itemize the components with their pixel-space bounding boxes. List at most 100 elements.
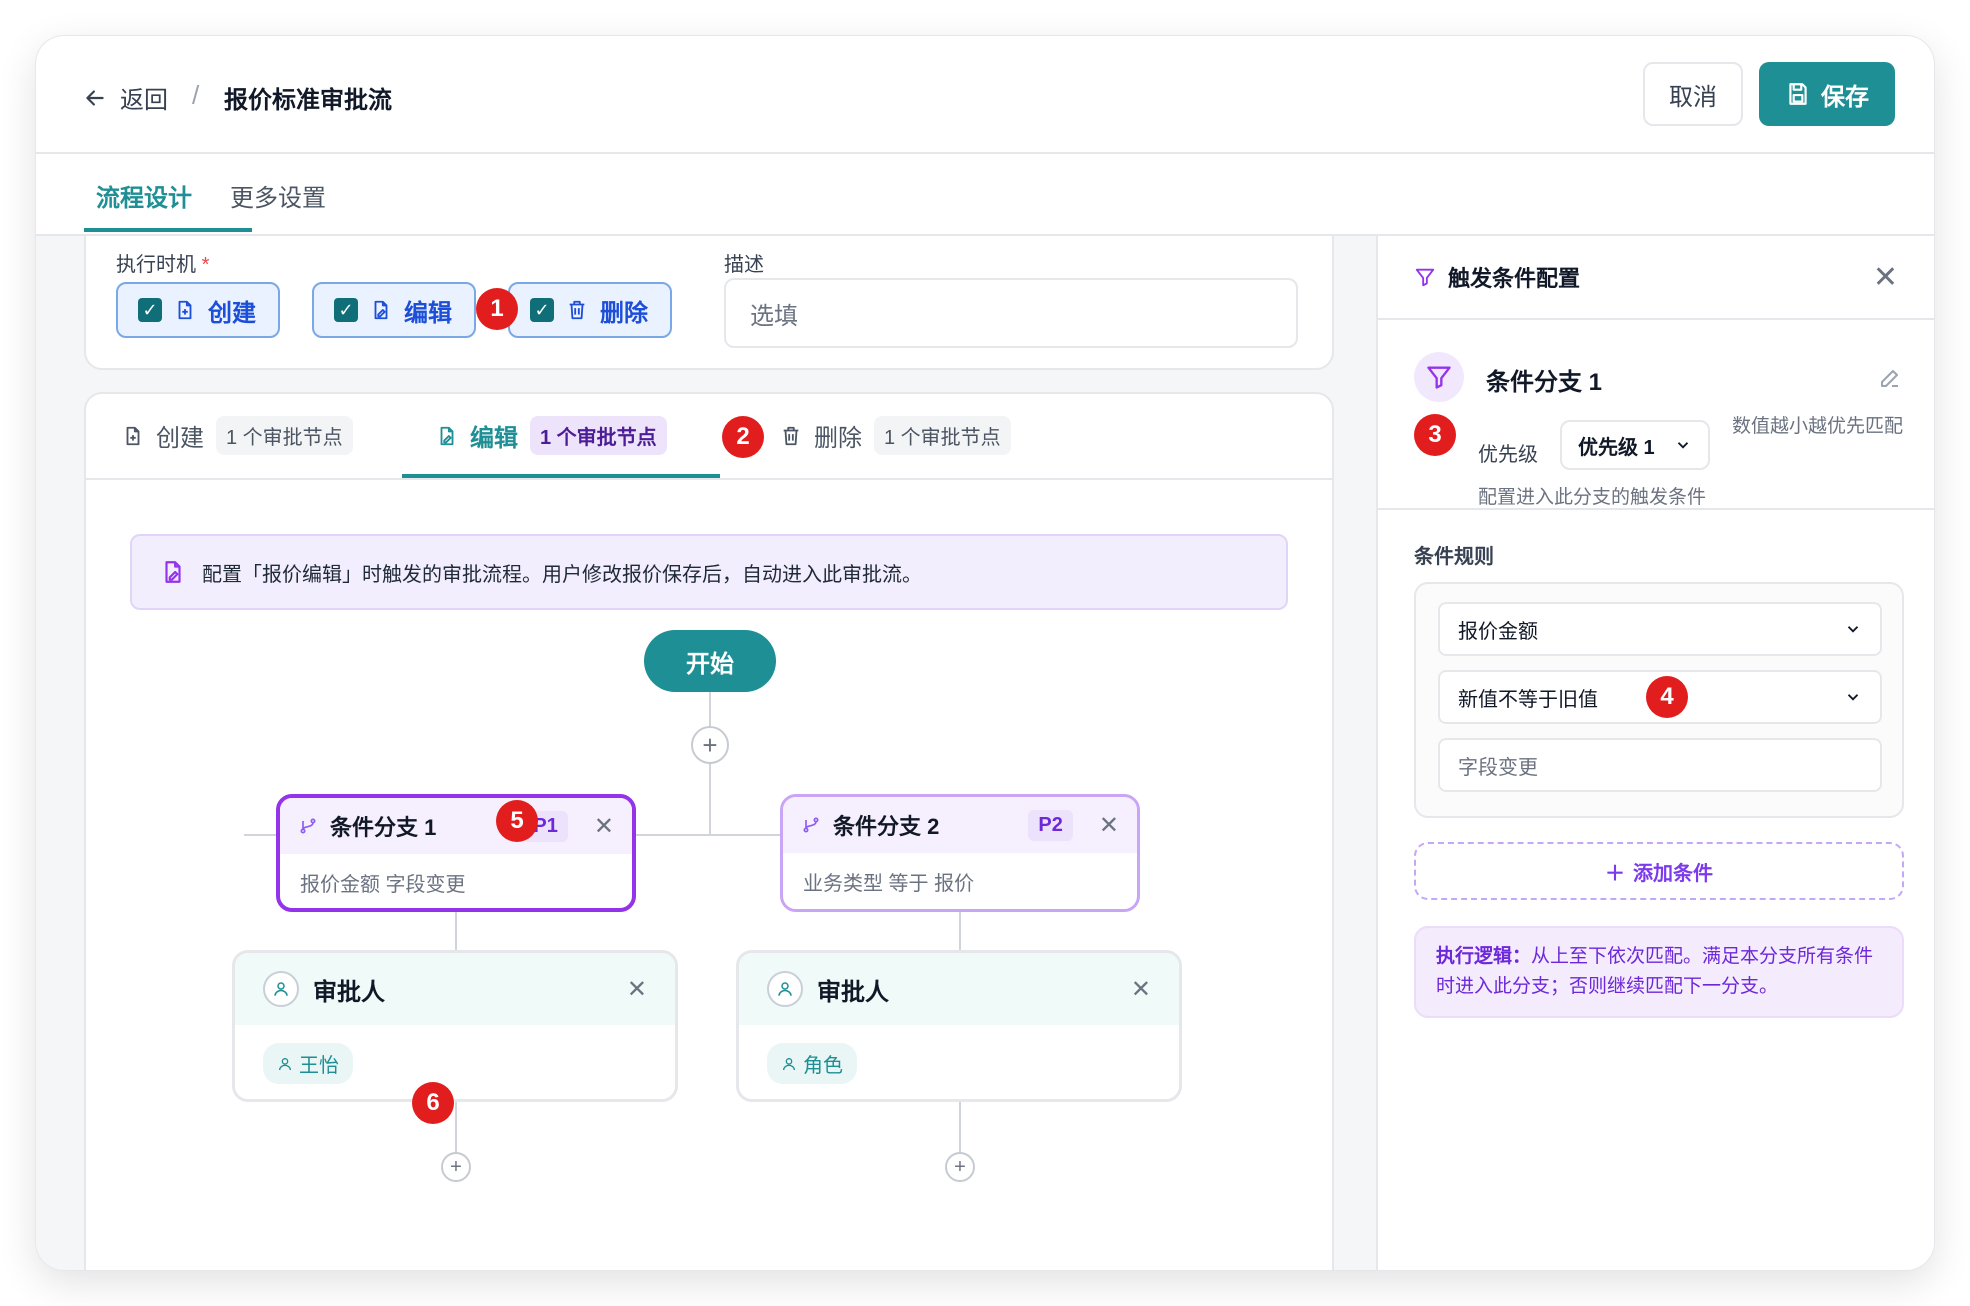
flow-tab-edit-label: 编辑 bbox=[470, 425, 518, 452]
file-plus-icon bbox=[178, 300, 192, 320]
exec-option-edit[interactable]: ✓ 编辑 bbox=[312, 282, 476, 338]
panel-title: 触发条件配置 bbox=[1448, 266, 1581, 291]
branch-2-priority: P2 bbox=[1028, 809, 1073, 841]
priority-value: 优先级 1 bbox=[1578, 436, 1655, 459]
flow-design-card: 创建 1 个审批节点 编辑 1 个审批节点 2 删除 1 个审批节点 配置「报价… bbox=[84, 392, 1334, 1270]
pencil-icon[interactable] bbox=[1878, 366, 1902, 390]
branch-settings: 条件分支 1 3 优先级 优先级 1 数值越小越优先匹配 配置进入此分支的触发条… bbox=[1378, 322, 1934, 510]
exec-label-text: 执行时机 bbox=[116, 254, 196, 276]
add-node-button[interactable]: + bbox=[691, 726, 729, 764]
approver-1-title: 审批人 bbox=[313, 978, 385, 1006]
exec-option-create-label: 创建 bbox=[208, 299, 256, 327]
tab-more-settings[interactable]: 更多设置 bbox=[230, 178, 326, 213]
flow-tab-edit-count: 1 个审批节点 bbox=[530, 416, 667, 455]
close-icon[interactable]: ✕ bbox=[1873, 260, 1898, 295]
close-icon[interactable]: ✕ bbox=[627, 975, 647, 1004]
approver-2-header: 审批人 ✕ bbox=[739, 953, 1179, 1025]
approver-card-2[interactable]: 审批人 ✕ 角色 bbox=[736, 950, 1182, 1102]
main-tabs: 流程设计 更多设置 bbox=[36, 154, 1934, 236]
logic-note: 执行逻辑：从上至下依次匹配。满足本分支所有条件时进入此分支；否则继续匹配下一分支… bbox=[1414, 926, 1904, 1018]
checkbox-checked-icon: ✓ bbox=[138, 298, 162, 322]
exec-option-delete[interactable]: ✓ 删除 bbox=[508, 282, 672, 338]
field-value: 报价金额 bbox=[1458, 620, 1538, 643]
approver-card-1[interactable]: 审批人 ✕ 王怡 bbox=[232, 950, 678, 1102]
trigger-config-panel: 触发条件配置 ✕ 条件分支 1 3 优先级 优先级 1 数值越小越优先匹配 配置… bbox=[1376, 236, 1934, 1270]
approver-2-tag[interactable]: 角色 bbox=[767, 1043, 857, 1084]
add-node-button[interactable]: + bbox=[945, 1152, 975, 1182]
flow-tab-create-count: 1 个审批节点 bbox=[216, 416, 353, 455]
close-icon[interactable]: ✕ bbox=[1099, 811, 1119, 840]
branch-2-header: 条件分支 2 P2 ✕ bbox=[783, 797, 1137, 853]
branch-name: 条件分支 1 bbox=[1486, 369, 1603, 396]
flow-tab-delete[interactable]: 删除 1 个审批节点 bbox=[780, 416, 1011, 455]
chevron-down-icon bbox=[1847, 694, 1859, 701]
branch-2-title: 条件分支 2 bbox=[833, 814, 940, 839]
trash-icon bbox=[783, 426, 799, 445]
tab-flow-design[interactable]: 流程设计 bbox=[96, 178, 192, 213]
operator-value: 新值不等于旧值 bbox=[1458, 688, 1598, 711]
exec-config-card: 执行时机 * ✓ 创建 ✓ 编辑 ✓ 删除 1 描述 选填 bbox=[84, 236, 1334, 370]
user-icon bbox=[279, 1057, 291, 1070]
chevron-down-icon bbox=[1677, 442, 1689, 449]
flow-tabs: 创建 1 个审批节点 编辑 1 个审批节点 2 删除 1 个审批节点 bbox=[86, 394, 1332, 480]
flow-tab-create[interactable]: 创建 1 个审批节点 bbox=[122, 416, 353, 455]
user-icon bbox=[263, 971, 299, 1007]
chevron-down-icon bbox=[1847, 626, 1859, 633]
exec-option-create[interactable]: ✓ 创建 bbox=[116, 282, 280, 338]
branch-1-title: 条件分支 1 bbox=[330, 815, 437, 840]
panel-header: 触发条件配置 ✕ bbox=[1378, 236, 1934, 320]
approver-1-tag-label: 王怡 bbox=[299, 1055, 339, 1077]
priority-select[interactable]: 优先级 1 bbox=[1560, 420, 1710, 470]
checkbox-checked-icon: ✓ bbox=[530, 298, 554, 322]
breadcrumb-separator: / bbox=[192, 80, 200, 110]
active-tab-indicator bbox=[84, 228, 252, 232]
approver-2-title: 审批人 bbox=[817, 978, 889, 1006]
file-edit-icon bbox=[165, 561, 181, 583]
condition-rule-box: 报价金额 新值不等于旧值 4 字段变更 bbox=[1414, 582, 1904, 818]
close-icon[interactable]: ✕ bbox=[594, 812, 614, 841]
branch-1-summary: 报价金额 字段变更 bbox=[300, 874, 466, 896]
save-button[interactable]: 保存 bbox=[1759, 62, 1895, 126]
approver-1-header: 审批人 ✕ bbox=[235, 953, 675, 1025]
start-node[interactable]: 开始 bbox=[644, 630, 776, 692]
flow-tab-edit[interactable]: 编辑 1 个审批节点 bbox=[436, 416, 667, 455]
rules-title: 条件规则 bbox=[1414, 546, 1494, 568]
close-icon[interactable]: ✕ bbox=[1131, 975, 1151, 1004]
desc-label: 描述 bbox=[724, 254, 764, 276]
exec-option-edit-label: 编辑 bbox=[404, 299, 452, 327]
save-icon bbox=[1789, 83, 1807, 105]
exec-label: 执行时机 * bbox=[116, 248, 209, 277]
info-banner: 配置「报价编辑」时触发的审批流程。用户修改报价保存后，自动进入此审批流。 bbox=[130, 534, 1288, 610]
back-label: 返回 bbox=[120, 87, 168, 114]
user-icon bbox=[783, 1057, 795, 1070]
add-node-button[interactable]: + bbox=[441, 1152, 471, 1182]
trash-icon bbox=[569, 300, 585, 320]
marker-1: 1 bbox=[476, 288, 518, 330]
marker-4: 4 bbox=[1646, 676, 1688, 718]
back-button[interactable]: 返回 bbox=[82, 80, 168, 115]
value-input[interactable]: 字段变更 bbox=[1438, 738, 1882, 792]
flow-tab-create-label: 创建 bbox=[156, 425, 204, 452]
approver-1-tag[interactable]: 王怡 bbox=[263, 1043, 353, 1084]
marker-3: 3 bbox=[1414, 414, 1456, 456]
file-edit-icon bbox=[440, 426, 454, 445]
add-condition-label: 添加条件 bbox=[1633, 862, 1713, 885]
flow-tab-indicator bbox=[402, 474, 720, 478]
priority-hint: 数值越小越优先匹配 bbox=[1732, 416, 1904, 437]
arrow-left-icon bbox=[86, 89, 104, 106]
field-select[interactable]: 报价金额 bbox=[1438, 602, 1882, 656]
cancel-button[interactable]: 取消 bbox=[1643, 62, 1743, 126]
marker-6: 6 bbox=[412, 1082, 454, 1124]
filter-icon bbox=[1414, 352, 1464, 402]
flow-tab-delete-count: 1 个审批节点 bbox=[874, 416, 1011, 455]
desc-input[interactable]: 选填 bbox=[724, 278, 1298, 348]
filter-icon bbox=[1415, 268, 1435, 287]
add-condition-button[interactable]: ＋ 添加条件 bbox=[1414, 842, 1904, 900]
branch-1-header: 条件分支 1 P1 ✕ bbox=[280, 798, 632, 854]
app-window: 返回 / 报价标准审批流 取消 保存 流程设计 更多设置 执行时机 * ✓ 创建… bbox=[36, 36, 1934, 1270]
priority-label: 优先级 bbox=[1478, 444, 1538, 466]
approver-2-tag-label: 角色 bbox=[803, 1055, 843, 1077]
branch-card-2[interactable]: 条件分支 2 P2 ✕ 业务类型 等于 报价 bbox=[780, 794, 1140, 912]
branch-card-1[interactable]: 条件分支 1 P1 ✕ 报价金额 字段变更 bbox=[276, 794, 636, 912]
branch-hint: 配置进入此分支的触发条件 bbox=[1478, 487, 1707, 508]
